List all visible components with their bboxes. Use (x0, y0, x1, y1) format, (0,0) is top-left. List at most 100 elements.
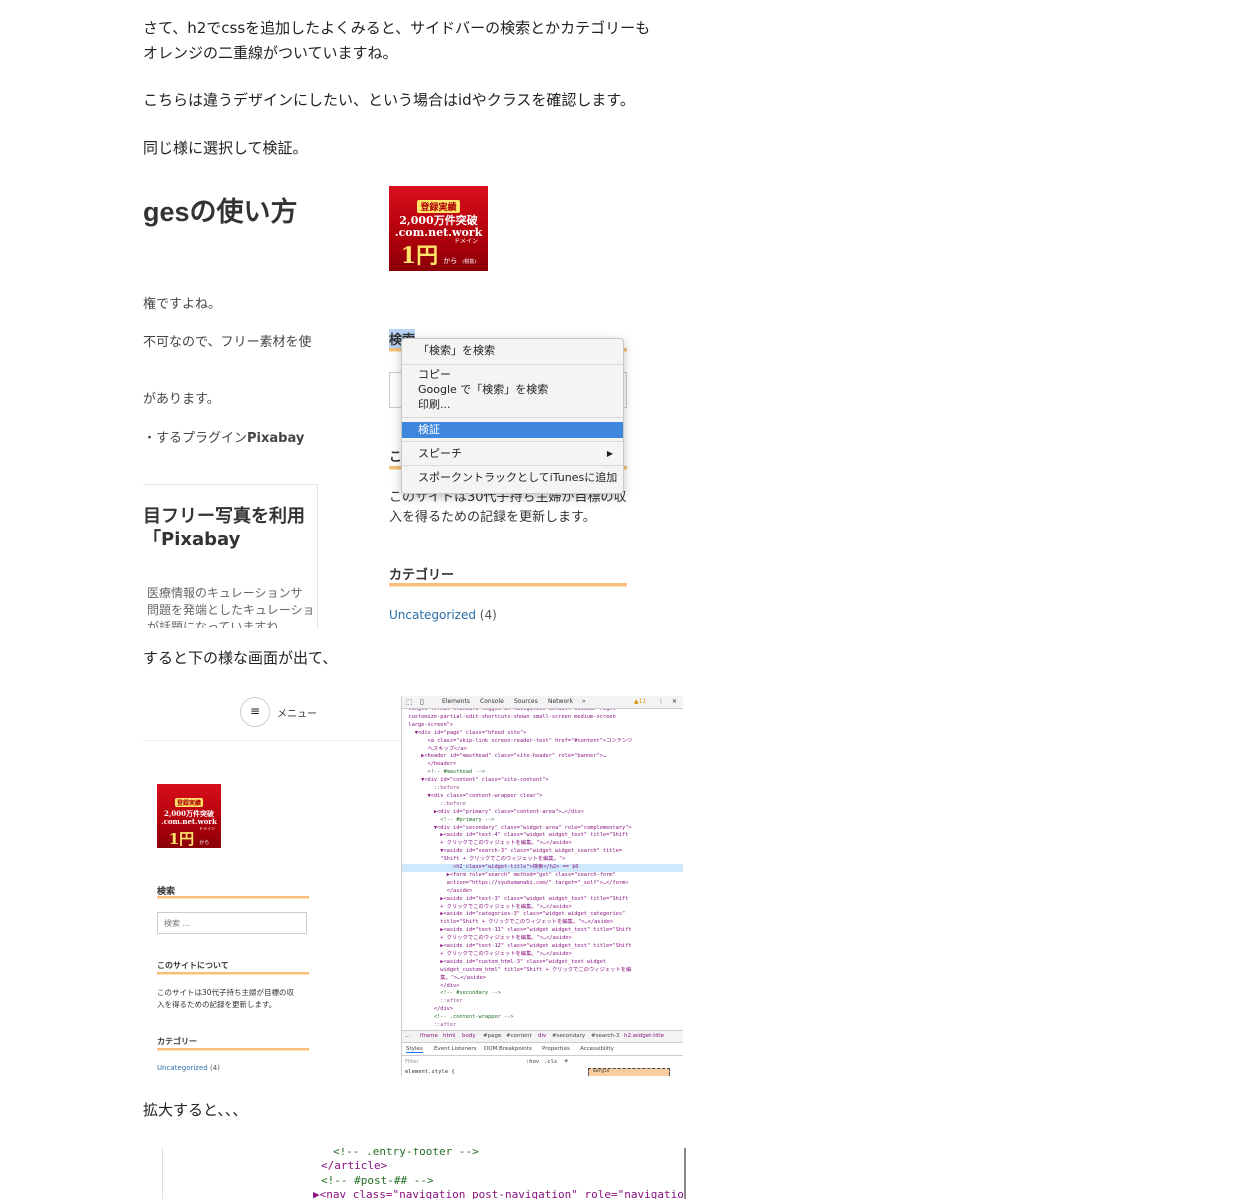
tab-console[interactable]: Console (480, 698, 504, 705)
widget-title-underline (157, 972, 309, 975)
menu-label[interactable]: メニュー (277, 705, 317, 720)
sidebar-category-title: カテゴリー (157, 1037, 197, 1046)
styles-filter-input[interactable]: Filter (405, 1059, 419, 1065)
context-menu-item-copy[interactable]: コピー (402, 367, 623, 383)
dom-tree-line[interactable]: <h2 class="widget-title">検索</h2> == $0 (402, 864, 683, 872)
dom-tree-line[interactable]: ▼<div id="content" class="site-content"> (402, 777, 683, 785)
dom-tree-line[interactable]: </div> (402, 983, 683, 991)
dom-tree-line[interactable]: </header> (402, 761, 683, 769)
dom-tree-line[interactable]: ▼<div id="secondary" class="widget-area"… (402, 825, 683, 833)
dom-tree-line[interactable]: + クリックでこのウィジェットを編集。">…</aside> (402, 840, 683, 848)
banner-line: 登録実績 (174, 798, 203, 807)
dom-tree-line[interactable]: ▶<aside id="custom_html-3" class="widget… (402, 959, 683, 967)
sidebar-about-text: このサイトは30代子持ち主婦が目標の収 入を得るための記録を更新します。 (389, 488, 627, 528)
dom-tree-line[interactable]: + クリックでこのウィジェットを編集。">…</aside> (402, 951, 683, 959)
dom-tree-line[interactable]: ::before (402, 801, 683, 809)
article-paragraph-4: すると下の様な画面が出て、 (143, 649, 338, 667)
device-toggle-icon[interactable]: ▯ (420, 698, 424, 706)
domain-ad-banner[interactable]: 登録実績 2,000万件突破 .com.net.work ドメイン 1円 から (157, 784, 221, 848)
context-menu-item-google-search[interactable]: Google で「検索」を検索 (402, 382, 623, 398)
excerpt-line: が話題になっていますね (147, 620, 279, 628)
article-paragraph-3: 同じ様に選択して検証。 (143, 139, 308, 157)
breadcrumb-item[interactable]: html (443, 1033, 456, 1039)
dom-tree-line[interactable]: </aside> (402, 888, 683, 896)
menu-separator (402, 441, 623, 442)
dom-tree-line[interactable]: action="https://syuhumanabi.com/" target… (402, 880, 683, 888)
dom-tree-line[interactable]: title="Shift + クリックでこのウィジェットを編集。">…</asi… (402, 919, 683, 927)
breadcrumb-item[interactable]: #page (483, 1033, 501, 1039)
dom-breadcrumb: ... iframe html body #page #content div … (402, 1030, 683, 1043)
subtab-event-listeners[interactable]: Event Listeners (434, 1046, 477, 1052)
breadcrumb-item[interactable]: #search-3 (591, 1033, 619, 1039)
context-menu-item-print[interactable]: 印刷... (402, 397, 623, 413)
post-text: 不可なので、フリー素材を使 (143, 335, 312, 350)
dom-tree-line[interactable]: + クリックでこのウィジェットを編集。">…</aside> (402, 935, 683, 943)
dom-tree-line[interactable]: + クリックでこのウィジェットを編集。">…</aside> (402, 904, 683, 912)
dom-tree-line[interactable]: ▼<div class="content-wrapper clear"> (402, 793, 683, 801)
dom-tree-line[interactable]: "Shift + クリックでこのウィジェットを編集。"> (402, 856, 683, 864)
warning-count-badge[interactable]: ▲11 (634, 698, 646, 705)
breadcrumb-item[interactable]: body (462, 1033, 476, 1039)
dom-tree-line[interactable]: ▶<div id="primary" class="content-area">… (402, 809, 683, 817)
context-menu-item-inspect[interactable]: 検証 (402, 422, 623, 438)
screenshot-blog-context-menu: gesの使い方 権ですよね。 不可なので、フリー素材を使 があります。 ・するプ… (143, 178, 683, 628)
dom-tree-line[interactable]: large-screen"> (402, 722, 683, 730)
breadcrumb-item[interactable]: #content (506, 1033, 532, 1039)
dom-tree-line[interactable]: widget_custom_html" title="Shift + クリックで… (402, 967, 683, 975)
context-menu-item-search-selection[interactable]: 「検索」を検索 (402, 343, 623, 359)
dom-tree-line[interactable]: customize-partial-edit-shortcuts-shown s… (402, 714, 683, 722)
hamburger-icon[interactable]: ≡ (240, 697, 270, 727)
subtab-styles[interactable]: Styles (406, 1046, 423, 1053)
dom-tree-line[interactable]: ::after (402, 998, 683, 1006)
dom-tree-line[interactable]: <!-- #masthead --> (402, 769, 683, 777)
subtab-properties[interactable]: Properties (542, 1046, 570, 1052)
tab-network[interactable]: Network (548, 698, 573, 705)
post-text: ・するプラグインPixabay (143, 427, 304, 446)
dom-tree-line[interactable]: <!-- #secondary --> (402, 990, 683, 998)
dom-tree-line[interactable]: ::after (402, 1022, 683, 1029)
subtab-accessibility[interactable]: Accessibility (580, 1046, 614, 1052)
code-line: </article> (321, 1159, 388, 1172)
dom-tree-line[interactable]: ▶<header id="masthead" class="site-heade… (402, 753, 683, 761)
dom-tree-line[interactable]: ▼<aside id="search-3" class="widget widg… (402, 848, 683, 856)
search-input[interactable]: 検索 ... (157, 912, 307, 934)
context-menu-item-itunes[interactable]: スポークントラックとしてiTunesに追加 (402, 470, 623, 486)
cls-toggle[interactable]: .cls (544, 1059, 557, 1065)
tab-sources[interactable]: Sources (514, 698, 538, 705)
hov-toggle[interactable]: :hov (526, 1059, 539, 1065)
breadcrumb-item[interactable]: #secondary (552, 1033, 585, 1039)
dom-tree-line[interactable]: </div> (402, 1006, 683, 1014)
dom-tree-line[interactable]: ▼<div id="page" class="hfeed site"> (402, 730, 683, 738)
dom-tree-line[interactable]: <!-- .content-wrapper --> (402, 1014, 683, 1022)
more-options-icon[interactable]: ⋮ (658, 698, 664, 705)
tab-elements[interactable]: Elements (442, 698, 470, 705)
close-icon[interactable]: ✕ (672, 698, 677, 705)
category-link[interactable]: Uncategorized (389, 608, 476, 622)
dom-tree-line[interactable]: <a class="skip-link screen-reader-text" … (402, 738, 683, 746)
context-menu: 「検索」を検索 コピー Google で「検索」を検索 印刷... 検証 スピー… (401, 338, 624, 494)
breadcrumb-item[interactable]: div (538, 1033, 546, 1039)
dom-tree-line[interactable]: ▶<aside id="text-12" class="widget widge… (402, 943, 683, 951)
code-line: ▶<nav class="navigation post-navigation"… (313, 1188, 686, 1199)
banner-line: から (199, 840, 210, 846)
widget-title-underline (157, 896, 309, 899)
category-link[interactable]: Uncategorized (157, 1064, 208, 1072)
new-style-rule-button[interactable]: + (564, 1057, 568, 1065)
dom-tree-line[interactable]: ▶<aside id="text-3" class="widget widget… (402, 896, 683, 904)
breadcrumb-item[interactable]: ... (405, 1033, 410, 1039)
inspect-element-icon[interactable]: ⬚ (406, 698, 413, 706)
dom-tree-line[interactable]: 集。">…</aside> (402, 975, 683, 983)
more-tabs-icon[interactable]: » (582, 698, 586, 705)
dom-tree-line[interactable]: へスキップ</a> (402, 746, 683, 754)
breadcrumb-item[interactable]: iframe (420, 1033, 438, 1039)
dom-tree-line[interactable]: ▶<form role="search" method="get" class=… (402, 872, 683, 880)
dom-tree-line[interactable]: ▶<aside id="text-11" class="widget widge… (402, 927, 683, 935)
related-post-title[interactable]: 目フリー写真を利用 「Pixabay (143, 505, 305, 551)
context-menu-item-speech[interactable]: スピーチ ▶ (402, 446, 623, 462)
related-post-card[interactable]: 目フリー写真を利用 「Pixabay 医療情報のキュレーションサ 問題を発端としたキ… (143, 484, 318, 628)
domain-ad-banner[interactable]: 登録実績 2,000万件突破 .com.net.work ドメイン 1円 から … (389, 186, 488, 271)
dom-tree-line[interactable]: <!-- #primary --> (402, 817, 683, 825)
dom-tree-line[interactable]: ::before (402, 785, 683, 793)
breadcrumb-item[interactable]: h2.widget-title (624, 1033, 664, 1039)
subtab-dom-breakpoints[interactable]: DOM Breakpoints (484, 1046, 532, 1052)
